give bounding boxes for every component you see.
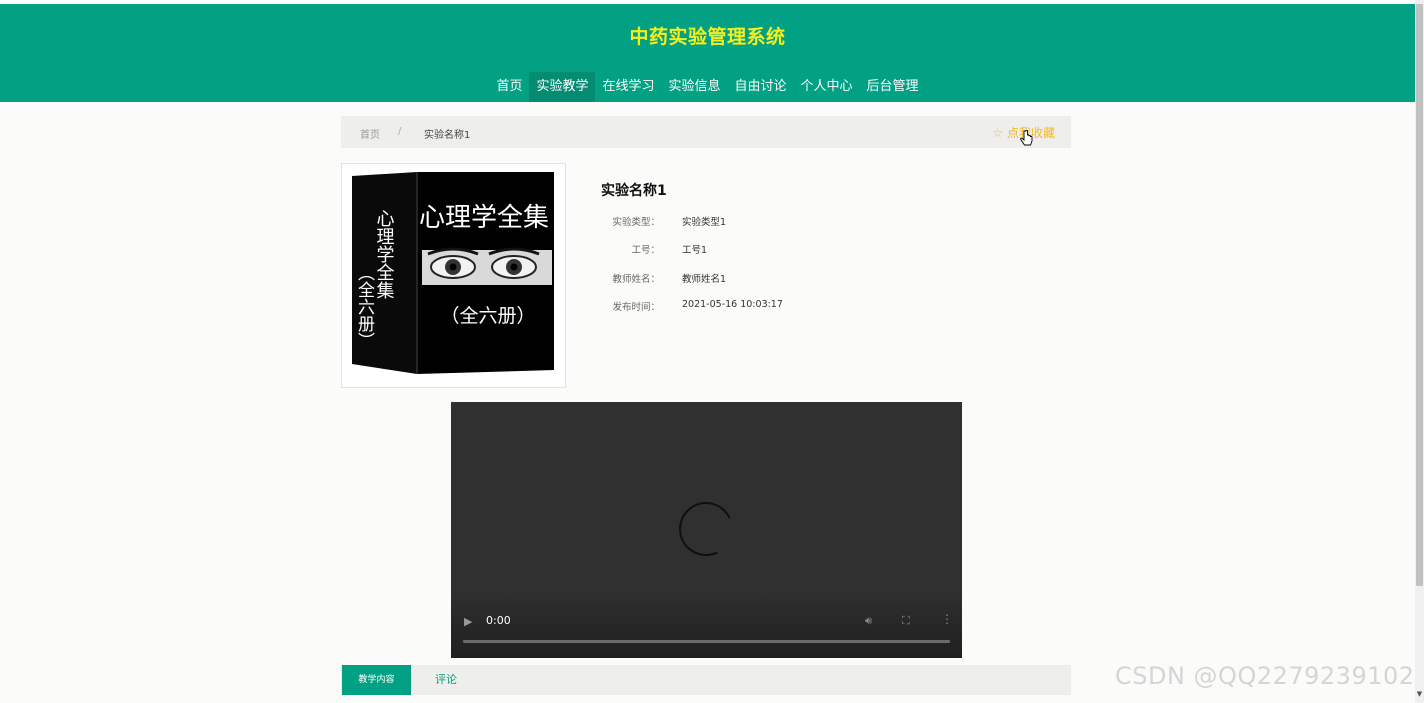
video-controls-overlay (451, 588, 962, 658)
nav-item-experiment-info[interactable]: 实验信息 (661, 72, 727, 102)
video-player[interactable]: ▶ 0:00 🔊︎ ⛶ ⋮ (451, 402, 962, 658)
watermark: CSDN @QQ2279239102 (1115, 662, 1415, 690)
loading-spinner-icon (671, 494, 741, 564)
hand-cursor-icon (1020, 130, 1033, 146)
detail-label: 工号： (631, 245, 660, 256)
cover-spine-subtitle: （全六册） (354, 264, 375, 349)
fullscreen-icon[interactable]: ⛶ (902, 614, 910, 628)
detail-value: 工号1 (682, 245, 708, 256)
play-icon[interactable]: ▶ (464, 615, 472, 628)
site-title: 中药实验管理系统 (629, 26, 786, 48)
breadcrumb-current: 实验名称1 (424, 130, 471, 141)
cover-front-title: 心理学全集 (419, 203, 549, 233)
detail-value: 实验类型1 (682, 217, 727, 228)
scrollbar-thumb[interactable] (1416, 4, 1423, 586)
content-tabs: 教学内容 评论 (341, 665, 1071, 695)
header: 中药实验管理系统 首页 实验教学 在线学习 实验信息 自由讨论 个人中心 后台管… (0, 4, 1415, 102)
detail-label: 教师姓名： (612, 274, 660, 285)
experiment-title: 实验名称1 (601, 183, 667, 199)
cover-spine-text: 心理学全集 (374, 209, 395, 299)
nav-item-experiment-teaching[interactable]: 实验教学 (529, 72, 596, 102)
cover-front-subtitle: （全六册） (440, 305, 535, 327)
video-time: 0:00 (486, 614, 511, 627)
video-progress-bar[interactable] (463, 640, 950, 643)
breadcrumb: 首页 / 实验名称1 ☆ 点我收藏 (341, 116, 1071, 148)
breadcrumb-separator: / (398, 126, 402, 137)
detail-value: 2021-05-16 10:03:17 (682, 299, 783, 310)
book-cover-illustration: 心理学全集 （全六册） 心理学全集 （全六册） (352, 172, 554, 374)
scroll-down-arrow-icon[interactable]: ▼ (1415, 690, 1424, 699)
detail-label: 实验类型： (612, 217, 660, 228)
nav-item-online-learning[interactable]: 在线学习 (595, 72, 661, 102)
nav-item-personal-center[interactable]: 个人中心 (794, 72, 860, 102)
main-nav: 首页 实验教学 在线学习 实验信息 自由讨论 个人中心 后台管理 (0, 72, 1415, 102)
more-options-icon[interactable]: ⋮ (941, 612, 953, 626)
nav-item-admin[interactable]: 后台管理 (860, 72, 926, 102)
nav-item-free-discussion[interactable]: 自由讨论 (728, 72, 794, 102)
experiment-cover-image: 心理学全集 （全六册） 心理学全集 （全六册） (341, 163, 566, 388)
breadcrumb-home[interactable]: 首页 (360, 126, 380, 141)
detail-value: 教师姓名1 (682, 274, 727, 285)
tab-teaching-content[interactable]: 教学内容 (342, 665, 411, 695)
volume-icon[interactable]: 🔊︎ (865, 614, 872, 628)
tab-comments[interactable]: 评论 (426, 665, 466, 695)
page-scrollbar[interactable]: ▼ (1415, 0, 1424, 703)
detail-label: 发布时间： (612, 302, 660, 313)
nav-item-home[interactable]: 首页 (489, 72, 529, 102)
